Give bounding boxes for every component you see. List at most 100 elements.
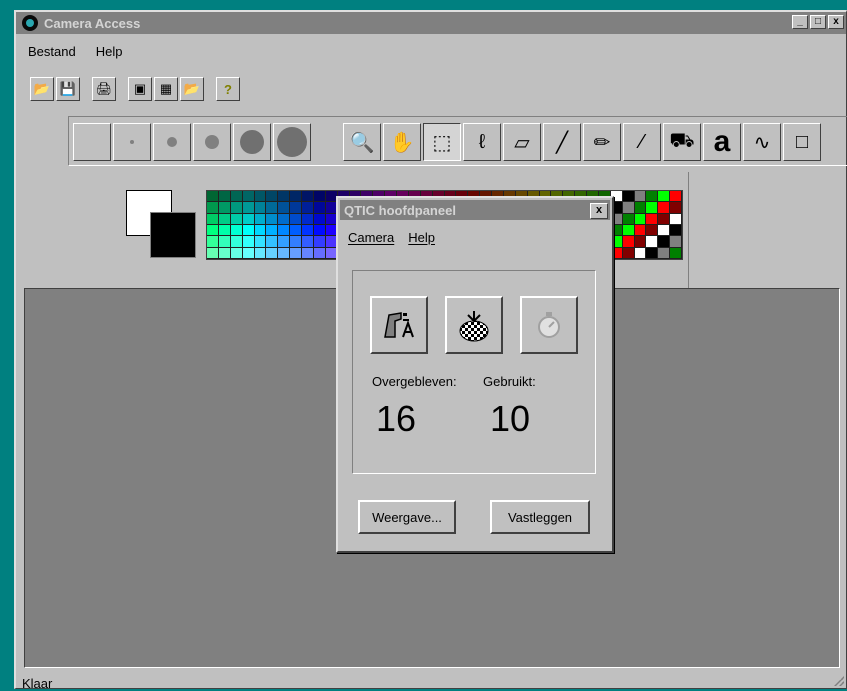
fill-icon[interactable]: ⛟ bbox=[663, 123, 701, 161]
palette-cell[interactable] bbox=[230, 202, 243, 214]
folder-icon[interactable]: 📂 bbox=[180, 77, 204, 101]
calendar-icon[interactable]: ▦ bbox=[154, 77, 178, 101]
palette-cell[interactable] bbox=[266, 213, 279, 225]
palette-cell[interactable] bbox=[634, 236, 647, 248]
palette-cell[interactable] bbox=[302, 213, 314, 225]
palette-cell[interactable] bbox=[242, 191, 255, 203]
dialog-close-button[interactable]: x bbox=[590, 203, 608, 219]
palette-cell[interactable] bbox=[302, 224, 314, 237]
palette-cell[interactable] bbox=[278, 236, 291, 248]
more-tool-icon[interactable]: □ bbox=[783, 123, 821, 161]
menu-help[interactable]: Help bbox=[94, 44, 125, 59]
palette-cell[interactable] bbox=[290, 202, 302, 214]
palette-cell[interactable] bbox=[313, 224, 326, 237]
palette-cell[interactable] bbox=[302, 247, 314, 259]
smudge-icon[interactable]: ∿ bbox=[743, 123, 781, 161]
palette-cell[interactable] bbox=[313, 202, 326, 214]
palette-cell[interactable] bbox=[266, 202, 279, 214]
palette-cell[interactable] bbox=[218, 213, 231, 225]
dialog-menu-help[interactable]: Help bbox=[408, 230, 435, 245]
palette-cell[interactable] bbox=[622, 191, 635, 203]
palette-cell[interactable] bbox=[634, 191, 647, 203]
brush-size-2[interactable] bbox=[113, 123, 151, 161]
print-icon[interactable]: 🖨 bbox=[92, 77, 116, 101]
palette-cell[interactable] bbox=[254, 213, 267, 225]
camera-settings-button[interactable] bbox=[370, 296, 428, 354]
palette-cell[interactable] bbox=[207, 236, 219, 248]
palette-cell[interactable] bbox=[313, 247, 326, 259]
palette-cell[interactable] bbox=[207, 213, 219, 225]
brush-size-3[interactable] bbox=[153, 123, 191, 161]
palette-cell[interactable] bbox=[207, 224, 219, 237]
timer-button[interactable] bbox=[520, 296, 578, 354]
palette-cell[interactable] bbox=[230, 224, 243, 237]
palette-cell[interactable] bbox=[313, 236, 326, 248]
palette-cell[interactable] bbox=[242, 224, 255, 237]
palette-cell[interactable] bbox=[670, 247, 682, 259]
palette-cell[interactable] bbox=[230, 247, 243, 259]
palette-cell[interactable] bbox=[207, 247, 219, 259]
palette-cell[interactable] bbox=[313, 191, 326, 203]
palette-cell[interactable] bbox=[242, 236, 255, 248]
palette-cell[interactable] bbox=[290, 247, 302, 259]
brush-size-5[interactable] bbox=[233, 123, 271, 161]
palette-cell[interactable] bbox=[634, 202, 647, 214]
view-button[interactable]: Weergave... bbox=[358, 500, 456, 534]
palette-cell[interactable] bbox=[290, 213, 302, 225]
background-color-swatch[interactable] bbox=[150, 212, 196, 258]
palette-cell[interactable] bbox=[230, 236, 243, 248]
brush-size-1[interactable] bbox=[73, 123, 111, 161]
palette-cell[interactable] bbox=[658, 213, 671, 225]
color-picker-icon[interactable]: ⁄ bbox=[623, 123, 661, 161]
palette-cell[interactable] bbox=[646, 247, 659, 259]
lasso-icon[interactable]: ℓ bbox=[463, 123, 501, 161]
palette-cell[interactable] bbox=[278, 224, 291, 237]
palette-cell[interactable] bbox=[278, 247, 291, 259]
palette-cell[interactable] bbox=[254, 191, 267, 203]
palette-cell[interactable] bbox=[290, 224, 302, 237]
palette-cell[interactable] bbox=[622, 224, 635, 237]
palette-cell[interactable] bbox=[634, 247, 647, 259]
minimize-button[interactable]: _ bbox=[792, 15, 808, 29]
palette-cell[interactable] bbox=[218, 191, 231, 203]
capture-photo-button[interactable]: Vastleggen bbox=[490, 500, 590, 534]
palette-cell[interactable] bbox=[646, 224, 659, 237]
palette-cell[interactable] bbox=[658, 224, 671, 237]
palette-cell[interactable] bbox=[670, 202, 682, 214]
palette-cell[interactable] bbox=[278, 202, 291, 214]
palette-cell[interactable] bbox=[302, 202, 314, 214]
palette-cell[interactable] bbox=[646, 213, 659, 225]
palette-cell[interactable] bbox=[290, 191, 302, 203]
palette-cell[interactable] bbox=[266, 191, 279, 203]
palette-cell[interactable] bbox=[646, 191, 659, 203]
title-bar[interactable]: Camera Access _ □ x bbox=[16, 12, 846, 34]
text-icon[interactable]: a bbox=[703, 123, 741, 161]
palette-cell[interactable] bbox=[218, 247, 231, 259]
palette-cell[interactable] bbox=[242, 213, 255, 225]
palette-cell[interactable] bbox=[254, 247, 267, 259]
palette-cell[interactable] bbox=[313, 213, 326, 225]
palette-cell[interactable] bbox=[646, 202, 659, 214]
close-button[interactable]: x bbox=[828, 15, 844, 29]
palette-cell[interactable] bbox=[266, 224, 279, 237]
palette-cell[interactable] bbox=[218, 224, 231, 237]
maximize-button[interactable]: □ bbox=[810, 15, 826, 29]
palette-cell[interactable] bbox=[254, 202, 267, 214]
palette-cell[interactable] bbox=[266, 247, 279, 259]
brush-size-4[interactable] bbox=[193, 123, 231, 161]
palette-cell[interactable] bbox=[254, 236, 267, 248]
hand-icon[interactable]: ✋ bbox=[383, 123, 421, 161]
dialog-title-bar[interactable]: QTIC hoofdpaneel x bbox=[340, 200, 610, 220]
palette-cell[interactable] bbox=[278, 213, 291, 225]
palette-cell[interactable] bbox=[646, 236, 659, 248]
save-icon[interactable]: 💾 bbox=[56, 77, 80, 101]
palette-cell[interactable] bbox=[634, 224, 647, 237]
palette-cell[interactable] bbox=[622, 213, 635, 225]
palette-cell[interactable] bbox=[242, 202, 255, 214]
palette-cell[interactable] bbox=[622, 202, 635, 214]
palette-cell[interactable] bbox=[230, 191, 243, 203]
eraser-icon[interactable]: ▱ bbox=[503, 123, 541, 161]
palette-cell[interactable] bbox=[302, 236, 314, 248]
palette-cell[interactable] bbox=[622, 247, 635, 259]
palette-cell[interactable] bbox=[218, 202, 231, 214]
